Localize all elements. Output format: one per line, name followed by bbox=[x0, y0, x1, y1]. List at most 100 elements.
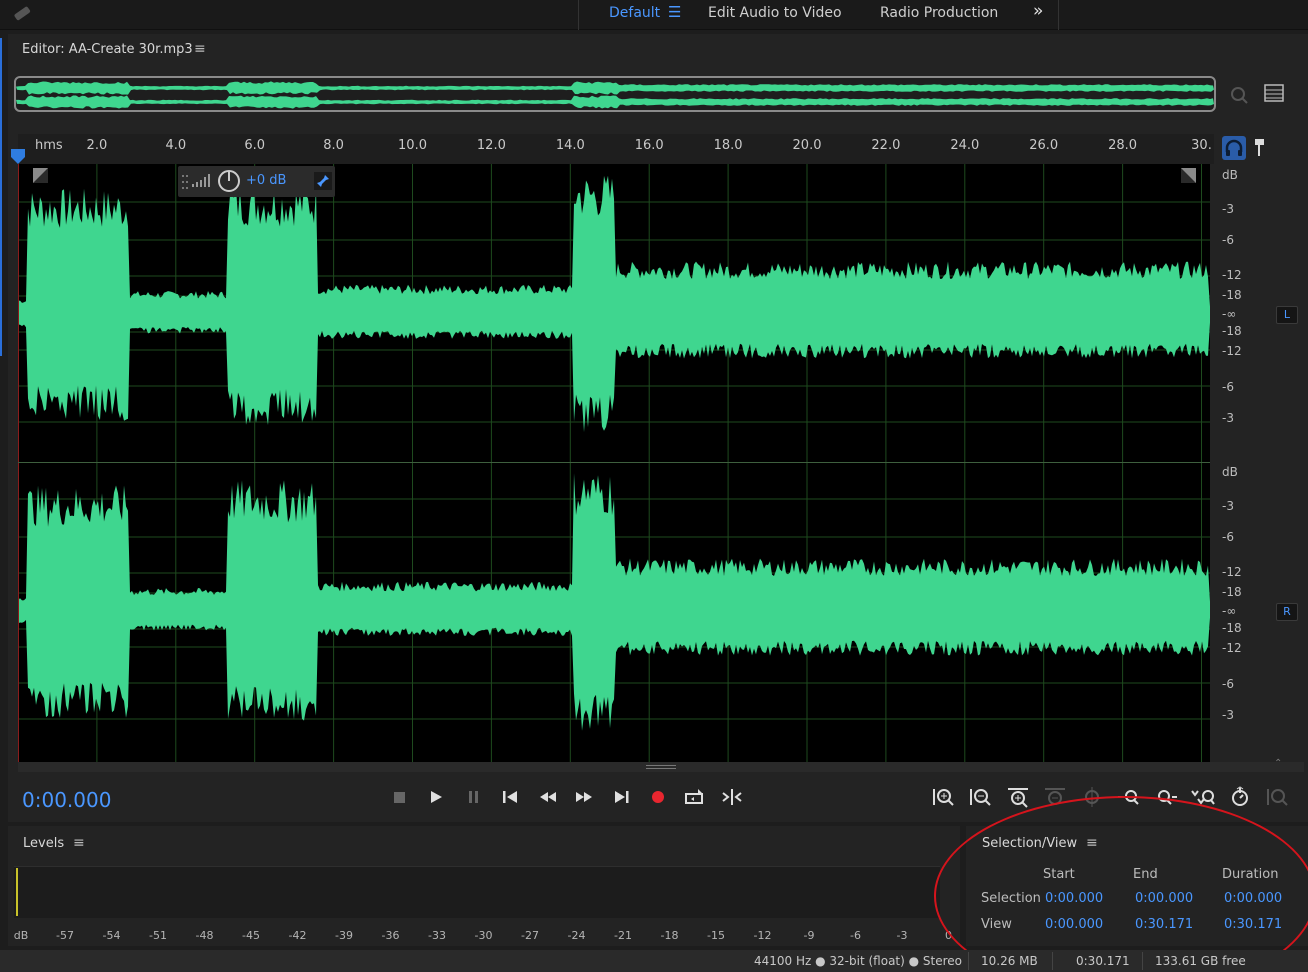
editor-title[interactable]: Editor: AA-Create 30r.mp3 bbox=[22, 42, 193, 57]
selection-view-title[interactable]: Selection/View bbox=[982, 836, 1077, 851]
selection-start-value[interactable]: 0:00.000 bbox=[1045, 891, 1103, 906]
levels-scale-label: -12 bbox=[753, 929, 772, 942]
view-start-value[interactable]: 0:00.000 bbox=[1045, 917, 1103, 932]
selection-end-value[interactable]: 0:00.000 bbox=[1135, 891, 1193, 906]
waveform-canvas[interactable] bbox=[18, 164, 1210, 762]
ruler-tick-label: 2.0 bbox=[86, 138, 108, 153]
scroll-grip-icon[interactable] bbox=[646, 764, 676, 770]
waveform-path bbox=[18, 175, 1210, 433]
workspace-tab-radio-production[interactable]: Radio Production bbox=[880, 5, 998, 21]
ruler-tick-label: 22.0 bbox=[871, 138, 901, 153]
ruler-tick-label: 14.0 bbox=[555, 138, 585, 153]
amplitude-label: -12 bbox=[1222, 268, 1242, 282]
overview-waveform-path bbox=[16, 81, 1214, 95]
play-icon[interactable] bbox=[423, 785, 449, 809]
zoom-to-selection-in-icon[interactable] bbox=[1116, 785, 1142, 809]
selection-view-menu-icon[interactable]: ≡ bbox=[1086, 835, 1098, 851]
amplitude-label: -12 bbox=[1222, 641, 1242, 655]
double-chevron-right-icon[interactable]: » bbox=[1033, 1, 1043, 21]
status-format: 44100 Hz ● 32-bit (float) ● Stereo bbox=[754, 954, 963, 968]
fast-forward-icon[interactable] bbox=[571, 785, 597, 809]
selection-duration-value[interactable]: 0:00.000 bbox=[1224, 891, 1282, 906]
record-icon[interactable] bbox=[645, 785, 671, 809]
ruler-tick-label: 10.0 bbox=[398, 138, 427, 153]
amplitude-label: -6 bbox=[1222, 677, 1234, 691]
zoom-in-amplitude-icon[interactable] bbox=[931, 785, 957, 809]
ruler-tick-label: 26.0 bbox=[1029, 138, 1059, 153]
ruler-tick-label: 28.0 bbox=[1108, 138, 1138, 153]
workspace-tab-edit-audio-to-video[interactable]: Edit Audio to Video bbox=[708, 5, 842, 21]
levels-scale-label: -3 bbox=[896, 929, 908, 942]
levels-meter[interactable] bbox=[14, 866, 940, 918]
pin-icon[interactable] bbox=[314, 172, 332, 190]
amplitude-label: -6 bbox=[1222, 530, 1234, 544]
workspace-tab-default[interactable]: Default bbox=[609, 5, 660, 21]
view-duration-value[interactable]: 0:30.171 bbox=[1224, 917, 1282, 932]
zoom-selection-icon[interactable] bbox=[1190, 785, 1216, 809]
ruler-tick-label: 6.0 bbox=[244, 138, 266, 153]
levels-scale-label: -51 bbox=[149, 929, 167, 942]
levels-scale-label: -21 bbox=[614, 929, 632, 942]
levels-scale-label: -45 bbox=[242, 929, 260, 942]
pause-icon[interactable] bbox=[461, 785, 487, 809]
levels-scale-label: -36 bbox=[381, 929, 400, 942]
rewind-icon[interactable] bbox=[535, 785, 561, 809]
volume-knob-icon[interactable] bbox=[217, 169, 241, 193]
current-time-display[interactable]: 0:00.000 bbox=[22, 788, 111, 812]
fade-in-handle-icon[interactable] bbox=[33, 168, 48, 183]
ruler-tick-label: 12.0 bbox=[476, 138, 506, 153]
levels-unit: dB bbox=[13, 929, 29, 942]
row-label-selection: Selection bbox=[981, 891, 1041, 906]
scroll-up-icon[interactable]: ⌃ bbox=[1274, 758, 1282, 769]
levels-scale-label: 0 bbox=[945, 929, 952, 942]
fade-out-handle-icon[interactable] bbox=[1181, 168, 1196, 183]
status-separator bbox=[968, 952, 969, 970]
overview-waveform-path bbox=[16, 95, 1214, 109]
zoom-navigator-icon[interactable] bbox=[1228, 84, 1250, 110]
levels-panel-title[interactable]: Levels bbox=[23, 836, 64, 851]
waveform-display[interactable] bbox=[18, 164, 1210, 762]
levels-scale-label: -18 bbox=[660, 929, 679, 942]
marker-pin-icon[interactable] bbox=[1254, 138, 1266, 162]
amplitude-label: -3 bbox=[1222, 411, 1234, 425]
volume-hud-value[interactable]: +0 dB bbox=[246, 173, 286, 188]
channel-left-button[interactable]: L bbox=[1276, 306, 1298, 324]
channel-right-button[interactable]: R bbox=[1276, 603, 1298, 621]
headphones-icon[interactable] bbox=[1222, 136, 1246, 160]
status-free-space: 133.61 GB free bbox=[1155, 954, 1246, 968]
zoom-in-time-icon[interactable] bbox=[1005, 785, 1031, 809]
channel-divider[interactable] bbox=[18, 462, 1210, 463]
loop-icon[interactable] bbox=[682, 785, 708, 809]
view-end-value[interactable]: 0:30.171 bbox=[1135, 917, 1193, 932]
drag-grip-icon[interactable] bbox=[181, 173, 189, 191]
panel-focus-indicator bbox=[0, 38, 2, 356]
amplitude-label: -6 bbox=[1222, 233, 1234, 247]
amplitude-label: -∞ bbox=[1222, 307, 1237, 321]
levels-scale-label: -15 bbox=[707, 929, 725, 942]
levels-scale-label: -6 bbox=[850, 929, 861, 942]
zoom-to-selection-out-icon[interactable] bbox=[1153, 785, 1179, 809]
amplitude-label: dB bbox=[1222, 168, 1238, 182]
zoom-full-icon bbox=[1265, 785, 1291, 809]
amplitude-ruler[interactable] bbox=[1210, 164, 1308, 762]
ruler-tick-label: 18.0 bbox=[713, 138, 743, 153]
zoom-out-amplitude-icon[interactable] bbox=[968, 785, 994, 809]
levels-scale-label: -33 bbox=[428, 929, 446, 942]
zoom-reset-icon[interactable] bbox=[1228, 785, 1254, 809]
levels-scale-label: -9 bbox=[803, 929, 815, 942]
skip-selection-icon[interactable] bbox=[719, 785, 745, 809]
horizontal-scrollbar[interactable]: ⌃ bbox=[18, 758, 1304, 772]
go-to-start-icon[interactable] bbox=[497, 785, 523, 809]
overview-navigator[interactable] bbox=[14, 76, 1216, 112]
levels-panel-menu-icon[interactable]: ≡ bbox=[73, 835, 85, 851]
amplitude-label: -6 bbox=[1222, 380, 1234, 394]
stop-icon[interactable] bbox=[387, 785, 413, 809]
editor-panel-menu-icon[interactable]: ≡ bbox=[194, 41, 206, 57]
overview-waveform bbox=[16, 81, 1214, 109]
levels-scale-label: -30 bbox=[474, 929, 493, 942]
list-view-icon[interactable] bbox=[1264, 84, 1284, 106]
amplitude-label: -3 bbox=[1222, 708, 1234, 722]
hamburger-icon[interactable]: ☰ bbox=[668, 3, 681, 21]
amplitude-label: dB bbox=[1222, 465, 1238, 479]
go-to-end-icon[interactable] bbox=[609, 785, 635, 809]
